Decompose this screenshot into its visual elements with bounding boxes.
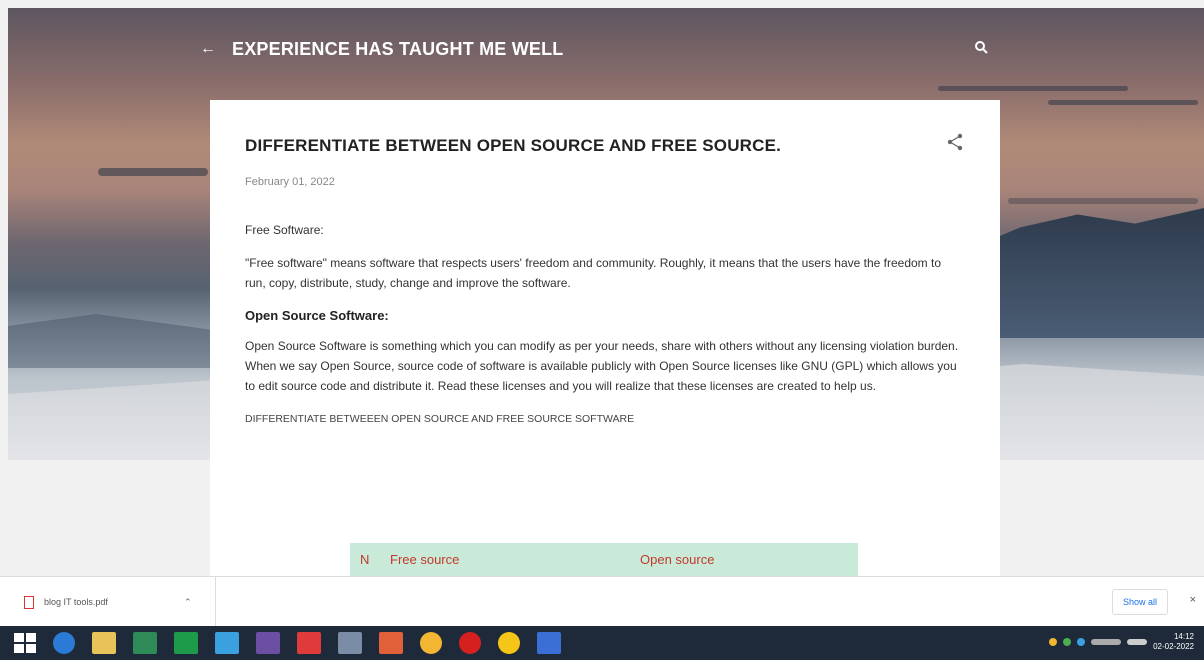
search-icon[interactable]	[974, 40, 988, 54]
tray-app-icon[interactable]	[1049, 638, 1058, 646]
excel-icon[interactable]	[133, 632, 157, 654]
chevron-up-icon[interactable]: ⌃	[184, 597, 192, 608]
close-download-bar-button[interactable]: ×	[1190, 594, 1196, 606]
table-header-free-source: Free source	[390, 552, 460, 567]
table-header-n: N	[360, 552, 370, 567]
comparison-table-header: N Free source Open source	[350, 543, 858, 576]
post-title: DIFFERENTIATE BETWEEN OPEN SOURCE AND FR…	[245, 136, 782, 155]
free-software-paragraph: "Free software" means software that resp…	[245, 256, 942, 290]
chrome-icon[interactable]	[420, 632, 442, 654]
onenote-icon[interactable]	[256, 632, 280, 654]
open-source-paragraph: Open Source Software is something which …	[245, 339, 959, 393]
system-tray: 14:12 02-02-2022	[1049, 632, 1194, 652]
opera-icon[interactable]	[459, 632, 481, 654]
tray-status-icons[interactable]	[1091, 639, 1122, 645]
edge-browser-icon[interactable]	[53, 632, 75, 654]
free-software-heading: Free Software:	[245, 223, 324, 237]
pdf-file-icon	[24, 595, 34, 609]
download-item[interactable]: blog IT tools.pdf ⌃	[0, 577, 216, 627]
media-player-icon[interactable]	[297, 632, 321, 654]
app-icon[interactable]	[215, 632, 239, 654]
calculator-icon[interactable]	[338, 632, 362, 654]
tray-app-icon[interactable]	[1077, 638, 1086, 646]
back-arrow-icon[interactable]: ←	[200, 40, 232, 58]
taskbar-clock[interactable]: 14:12 02-02-2022	[1153, 632, 1194, 652]
clock-time: 14:12	[1173, 632, 1194, 641]
network-volume-icons[interactable]	[1127, 639, 1148, 645]
clock-date: 02-02-2022	[1153, 642, 1194, 651]
file-explorer-icon[interactable]	[92, 632, 116, 654]
post-body: Free Software: "Free software" means sof…	[245, 220, 965, 429]
open-source-heading: Open Source Software:	[245, 308, 389, 323]
download-bar: blog IT tools.pdf ⌃ Show all ×	[0, 576, 1204, 627]
download-file-name[interactable]: blog IT tools.pdf	[44, 597, 184, 607]
blog-header: ← EXPERIENCE HAS TAUGHT ME WELL	[200, 34, 1000, 64]
table-caption: DIFFERENTIATE BETWEEEN OPEN SOURCE AND F…	[245, 413, 635, 425]
post-date: February 01, 2022	[245, 176, 335, 188]
calendar-icon[interactable]	[174, 632, 198, 654]
show-all-button[interactable]: Show all	[1111, 589, 1168, 615]
windows-taskbar: 14:12 02-02-2022	[0, 626, 1204, 660]
chrome-canary-icon[interactable]	[498, 632, 520, 654]
share-icon[interactable]	[946, 132, 964, 152]
blog-title[interactable]: EXPERIENCE HAS TAUGHT ME WELL	[232, 39, 563, 60]
tray-app-icon[interactable]	[1063, 638, 1072, 646]
windows-start-icon[interactable]	[14, 633, 36, 653]
table-header-open-source: Open source	[640, 552, 715, 567]
word-icon[interactable]	[537, 632, 561, 654]
post-card: DIFFERENTIATE BETWEEN OPEN SOURCE AND FR…	[210, 100, 1000, 576]
powerpoint-icon[interactable]	[379, 632, 403, 654]
